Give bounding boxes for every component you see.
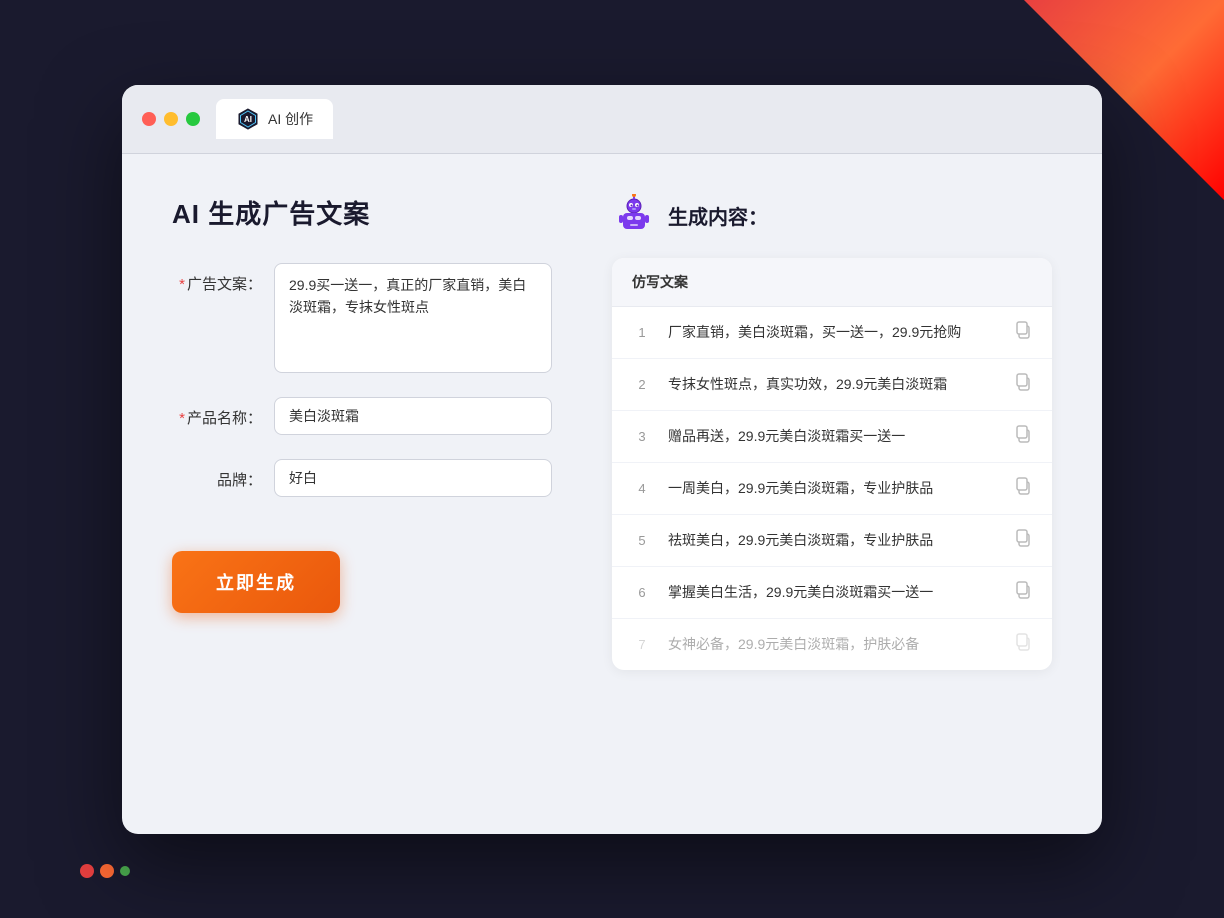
row-number: 7 bbox=[632, 637, 652, 652]
svg-text:AI: AI bbox=[244, 115, 252, 124]
copy-button[interactable] bbox=[1014, 373, 1032, 396]
table-header: 仿写文案 bbox=[612, 258, 1052, 307]
row-text: 厂家直销，美白淡斑霜，买一送一，29.9元抢购 bbox=[668, 322, 998, 343]
main-content: AI 生成广告文案 *广告文案： 29.9买一送一，真正的厂家直销，美白淡斑霜，… bbox=[122, 154, 1102, 834]
page-title: AI 生成广告文案 bbox=[172, 194, 552, 231]
robot-icon bbox=[612, 194, 656, 238]
ai-tab-icon: AI bbox=[236, 107, 260, 131]
row-text: 一周美白，29.9元美白淡斑霜，专业护肤品 bbox=[668, 478, 998, 499]
product-name-row: *产品名称： bbox=[172, 397, 552, 435]
copy-button[interactable] bbox=[1014, 425, 1032, 448]
copy-button[interactable] bbox=[1014, 477, 1032, 500]
table-row: 3 赠品再送，29.9元美白淡斑霜买一送一 bbox=[612, 411, 1052, 463]
table-row: 6 掌握美白生活，29.9元美白淡斑霜买一送一 bbox=[612, 567, 1052, 619]
table-row: 2 专抹女性斑点，真实功效，29.9元美白淡斑霜 bbox=[612, 359, 1052, 411]
row-number: 1 bbox=[632, 325, 652, 340]
table-row: 7 女神必备，29.9元美白淡斑霜，护肤必备 bbox=[612, 619, 1052, 670]
product-name-label: *产品名称： bbox=[172, 397, 262, 428]
row-text: 祛斑美白，29.9元美白淡斑霜，专业护肤品 bbox=[668, 530, 998, 551]
result-title: 生成内容： bbox=[668, 201, 768, 230]
row-text: 女神必备，29.9元美白淡斑霜，护肤必备 bbox=[668, 634, 998, 655]
brand-row: 品牌： bbox=[172, 459, 552, 497]
dot-green bbox=[120, 866, 130, 876]
row-number: 3 bbox=[632, 429, 652, 444]
copy-button[interactable] bbox=[1014, 321, 1032, 344]
right-panel: 生成内容： 仿写文案 1 厂家直销，美白淡斑霜，买一送一，29.9元抢购 2 专抹女… bbox=[612, 194, 1052, 794]
row-text: 赠品再送，29.9元美白淡斑霜买一送一 bbox=[668, 426, 998, 447]
table-row: 5 祛斑美白，29.9元美白淡斑霜，专业护肤品 bbox=[612, 515, 1052, 567]
left-panel: AI 生成广告文案 *广告文案： 29.9买一送一，真正的厂家直销，美白淡斑霜，… bbox=[172, 194, 552, 794]
copy-button[interactable] bbox=[1014, 633, 1032, 656]
window-controls bbox=[142, 112, 200, 126]
generate-button[interactable]: 立即生成 bbox=[172, 551, 340, 613]
brand-label: 品牌： bbox=[172, 459, 262, 490]
result-header: 生成内容： bbox=[612, 194, 1052, 238]
row-text: 掌握美白生活，29.9元美白淡斑霜买一送一 bbox=[668, 582, 998, 603]
brand-input[interactable] bbox=[274, 459, 552, 497]
close-window-button[interactable] bbox=[142, 112, 156, 126]
tab-label: AI 创作 bbox=[268, 109, 313, 129]
copy-button[interactable] bbox=[1014, 529, 1032, 552]
table-row: 1 厂家直销，美白淡斑霜，买一送一，29.9元抢购 bbox=[612, 307, 1052, 359]
ad-copy-row: *广告文案： 29.9买一送一，真正的厂家直销，美白淡斑霜，专抹女性斑点 bbox=[172, 263, 552, 373]
browser-window: AI AI 创作 AI 生成广告文案 *广告文案： 29.9买一送一，真正的厂家… bbox=[122, 85, 1102, 834]
dot-orange bbox=[100, 864, 114, 878]
minimize-window-button[interactable] bbox=[164, 112, 178, 126]
row-text: 专抹女性斑点，真实功效，29.9元美白淡斑霜 bbox=[668, 374, 998, 395]
title-bar: AI AI 创作 bbox=[122, 85, 1102, 154]
product-name-input[interactable] bbox=[274, 397, 552, 435]
dot-red bbox=[80, 864, 94, 878]
row-number: 4 bbox=[632, 481, 652, 496]
row-number: 5 bbox=[632, 533, 652, 548]
ad-copy-required-star: * bbox=[179, 276, 185, 293]
maximize-window-button[interactable] bbox=[186, 112, 200, 126]
bg-decoration-dots bbox=[80, 864, 130, 878]
row-number: 6 bbox=[632, 585, 652, 600]
table-row: 4 一周美白，29.9元美白淡斑霜，专业护肤品 bbox=[612, 463, 1052, 515]
row-number: 2 bbox=[632, 377, 652, 392]
ad-copy-input[interactable]: 29.9买一送一，真正的厂家直销，美白淡斑霜，专抹女性斑点 bbox=[274, 263, 552, 373]
ad-copy-label: *广告文案： bbox=[172, 263, 262, 294]
result-table: 仿写文案 1 厂家直销，美白淡斑霜，买一送一，29.9元抢购 2 专抹女性斑点，真实… bbox=[612, 258, 1052, 670]
copy-button[interactable] bbox=[1014, 581, 1032, 604]
browser-tab[interactable]: AI AI 创作 bbox=[216, 99, 333, 139]
product-name-required-star: * bbox=[179, 410, 185, 427]
